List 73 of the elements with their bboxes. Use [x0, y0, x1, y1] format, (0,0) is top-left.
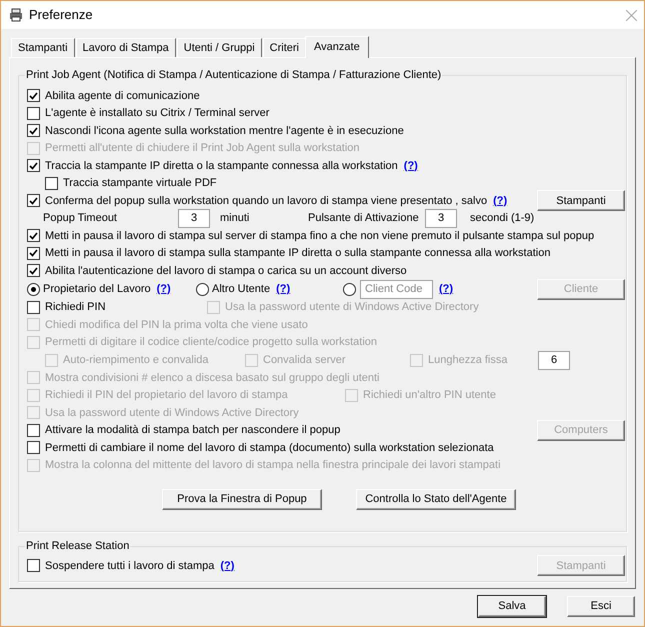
unit-label: minuti — [220, 211, 250, 226]
option-label: Metti in pausa il lavoro di stampa sul server di stampa fino a che non viene premuto il pulsante stampa sul popup — [45, 228, 594, 244]
help-link[interactable]: (?) — [276, 280, 290, 298]
tab[interactable]: Lavoro di Stampa — [76, 38, 176, 57]
checkbox[interactable] — [45, 176, 58, 190]
option-label: Nascondi l'icona agente sulla workstation mentre l'agente è in esecuzione — [45, 124, 404, 138]
tab[interactable]: Stampanti — [11, 38, 75, 57]
option-label: Traccia la stampante IP diretta o la stampante connessa alla workstation — [45, 158, 398, 174]
text-field[interactable]: 3 — [425, 208, 457, 228]
option-label: Auto-riempimento e convalida — [63, 352, 209, 368]
text-field[interactable]: Client Code — [360, 280, 433, 298]
checkbox[interactable] — [27, 124, 40, 138]
field-label: Popup Timeout — [43, 211, 118, 226]
option-label: Usa la password utente di Windows Active Directory — [45, 406, 299, 420]
tab[interactable]: Criteri — [262, 38, 306, 57]
option-label: Permetti di cambiare il nome del lavoro di stampa (documento) sulla workstation selezionata — [45, 440, 494, 456]
option-label: Permetti all'utente di chiudere il Print Job Agent sulla workstation — [45, 141, 360, 156]
help-link[interactable]: (?) — [404, 158, 418, 174]
checkmark-icon — [29, 126, 38, 135]
checkbox[interactable] — [27, 194, 40, 208]
option-label: Attivare la modalità di stampa batch per nascondere il popup — [45, 423, 340, 438]
checkbox[interactable] — [27, 559, 40, 572]
checkbox[interactable] — [27, 264, 40, 278]
option-label: L'agente è installato su Citrix / Terminal server — [45, 106, 270, 121]
option-label: Richiedi un'altro PIN utente — [363, 388, 496, 403]
option-label: Mostra condivisioni # elenco a discesa basato sul gruppo degli utenti — [45, 370, 380, 386]
option-label: Sospendere tutti i lavoro di stampa — [45, 558, 214, 574]
checkbox[interactable] — [27, 229, 40, 242]
help-link[interactable]: (?) — [493, 192, 508, 209]
checkbox[interactable] — [27, 300, 40, 314]
help-link[interactable]: (?) — [439, 280, 454, 298]
radio-button[interactable] — [196, 282, 209, 296]
push-button[interactable]: Esci — [567, 596, 635, 617]
option-label: Richiedi PIN — [45, 300, 106, 315]
option-label: Abilita l'autenticazione del lavoro di stampa o carica su un account diverso — [45, 264, 407, 278]
option-label: Permetti di digitare il codice cliente/codice progetto sulla workstation — [45, 335, 377, 350]
option-label: Metti in pausa il lavoro di stampa sulla stampante IP diretta o sulla stampante connessa alla workstation — [45, 246, 550, 261]
option-label: Conferma del popup sulla workstation quando un lavoro di stampa viene presentato , salvo — [45, 194, 488, 208]
checkmark-icon — [29, 92, 38, 100]
radio-button[interactable] — [343, 282, 356, 296]
group-title: Print Job Agent (Notifica di Stampa / Autenticazione di Stampa / Fatturazione Cliente) — [25, 67, 442, 83]
option-label: Usa la password utente di Windows Active Directory — [225, 300, 479, 315]
help-link[interactable]: (?) — [220, 558, 234, 574]
printer-icon — [8, 7, 24, 23]
checkmark-icon — [29, 162, 38, 170]
checkbox[interactable] — [27, 441, 40, 454]
checkbox[interactable] — [27, 424, 40, 437]
option-label: Mostra la colonna del mittente del lavoro di stampa nella finestra principale dei lavori stampati — [45, 458, 501, 473]
option-label: Traccia stampante virtuale PDF — [63, 176, 217, 191]
text-field[interactable]: 3 — [178, 208, 210, 228]
option-label: Richiedi il PIN del propietario del lavoro di stampa — [45, 388, 288, 403]
tab[interactable]: Utenti / Gruppi — [176, 38, 262, 57]
tab[interactable]: Avanzate — [305, 36, 369, 58]
checkbox[interactable] — [27, 89, 40, 102]
push-button[interactable]: Prova la Finestra di Popup — [162, 489, 322, 510]
option-label: Convalida server — [263, 352, 346, 368]
checkbox[interactable] — [27, 159, 40, 172]
option-label: Abilita agente di comunicazione — [45, 88, 200, 104]
checkbox[interactable] — [27, 106, 40, 120]
option-label: Altro Utente — [212, 282, 270, 297]
checkmark-icon — [29, 196, 38, 205]
option-label: Chiedi modifica del PIN la prima volta che viene usato — [45, 318, 308, 332]
field-label: Pulsante di Attivazione — [308, 211, 420, 226]
checkbox[interactable] — [27, 246, 40, 260]
unit-label: secondi (1-9) — [470, 211, 534, 226]
help-link[interactable]: (?) — [156, 280, 171, 298]
push-button[interactable]: Controlla lo Stato dell'Agente — [356, 489, 516, 510]
option-label: Propietario del Lavoro — [43, 282, 151, 297]
window-title: Preferenze — [29, 6, 93, 24]
push-button[interactable]: Salva — [478, 596, 546, 617]
radio-button[interactable] — [27, 282, 40, 296]
push-button[interactable]: Stampanti — [537, 190, 625, 212]
option-label: Lunghezza fissa — [428, 352, 508, 368]
